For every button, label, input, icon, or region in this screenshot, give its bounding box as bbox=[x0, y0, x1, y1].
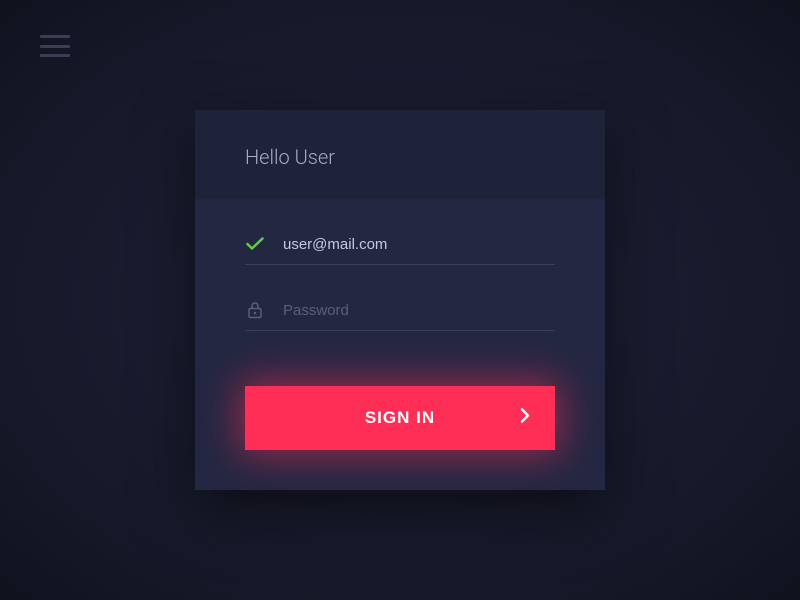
sign-in-button-label: SIGN IN bbox=[365, 408, 435, 427]
hamburger-line bbox=[40, 45, 70, 48]
card-body: SIGN IN bbox=[195, 199, 605, 490]
hamburger-line bbox=[40, 54, 70, 57]
password-input-group bbox=[245, 300, 555, 331]
greeting-text: Hello User bbox=[245, 145, 555, 169]
email-field[interactable] bbox=[283, 236, 555, 253]
password-field[interactable] bbox=[283, 302, 555, 319]
check-icon bbox=[245, 234, 265, 254]
chevron-right-icon bbox=[520, 408, 530, 429]
sign-in-button[interactable]: SIGN IN bbox=[245, 386, 555, 450]
lock-icon bbox=[245, 300, 265, 320]
hamburger-menu-button[interactable] bbox=[40, 35, 70, 57]
login-card: Hello User SIGN IN bbox=[195, 110, 605, 490]
card-header: Hello User bbox=[195, 110, 605, 199]
email-input-group bbox=[245, 234, 555, 265]
hamburger-line bbox=[40, 35, 70, 38]
